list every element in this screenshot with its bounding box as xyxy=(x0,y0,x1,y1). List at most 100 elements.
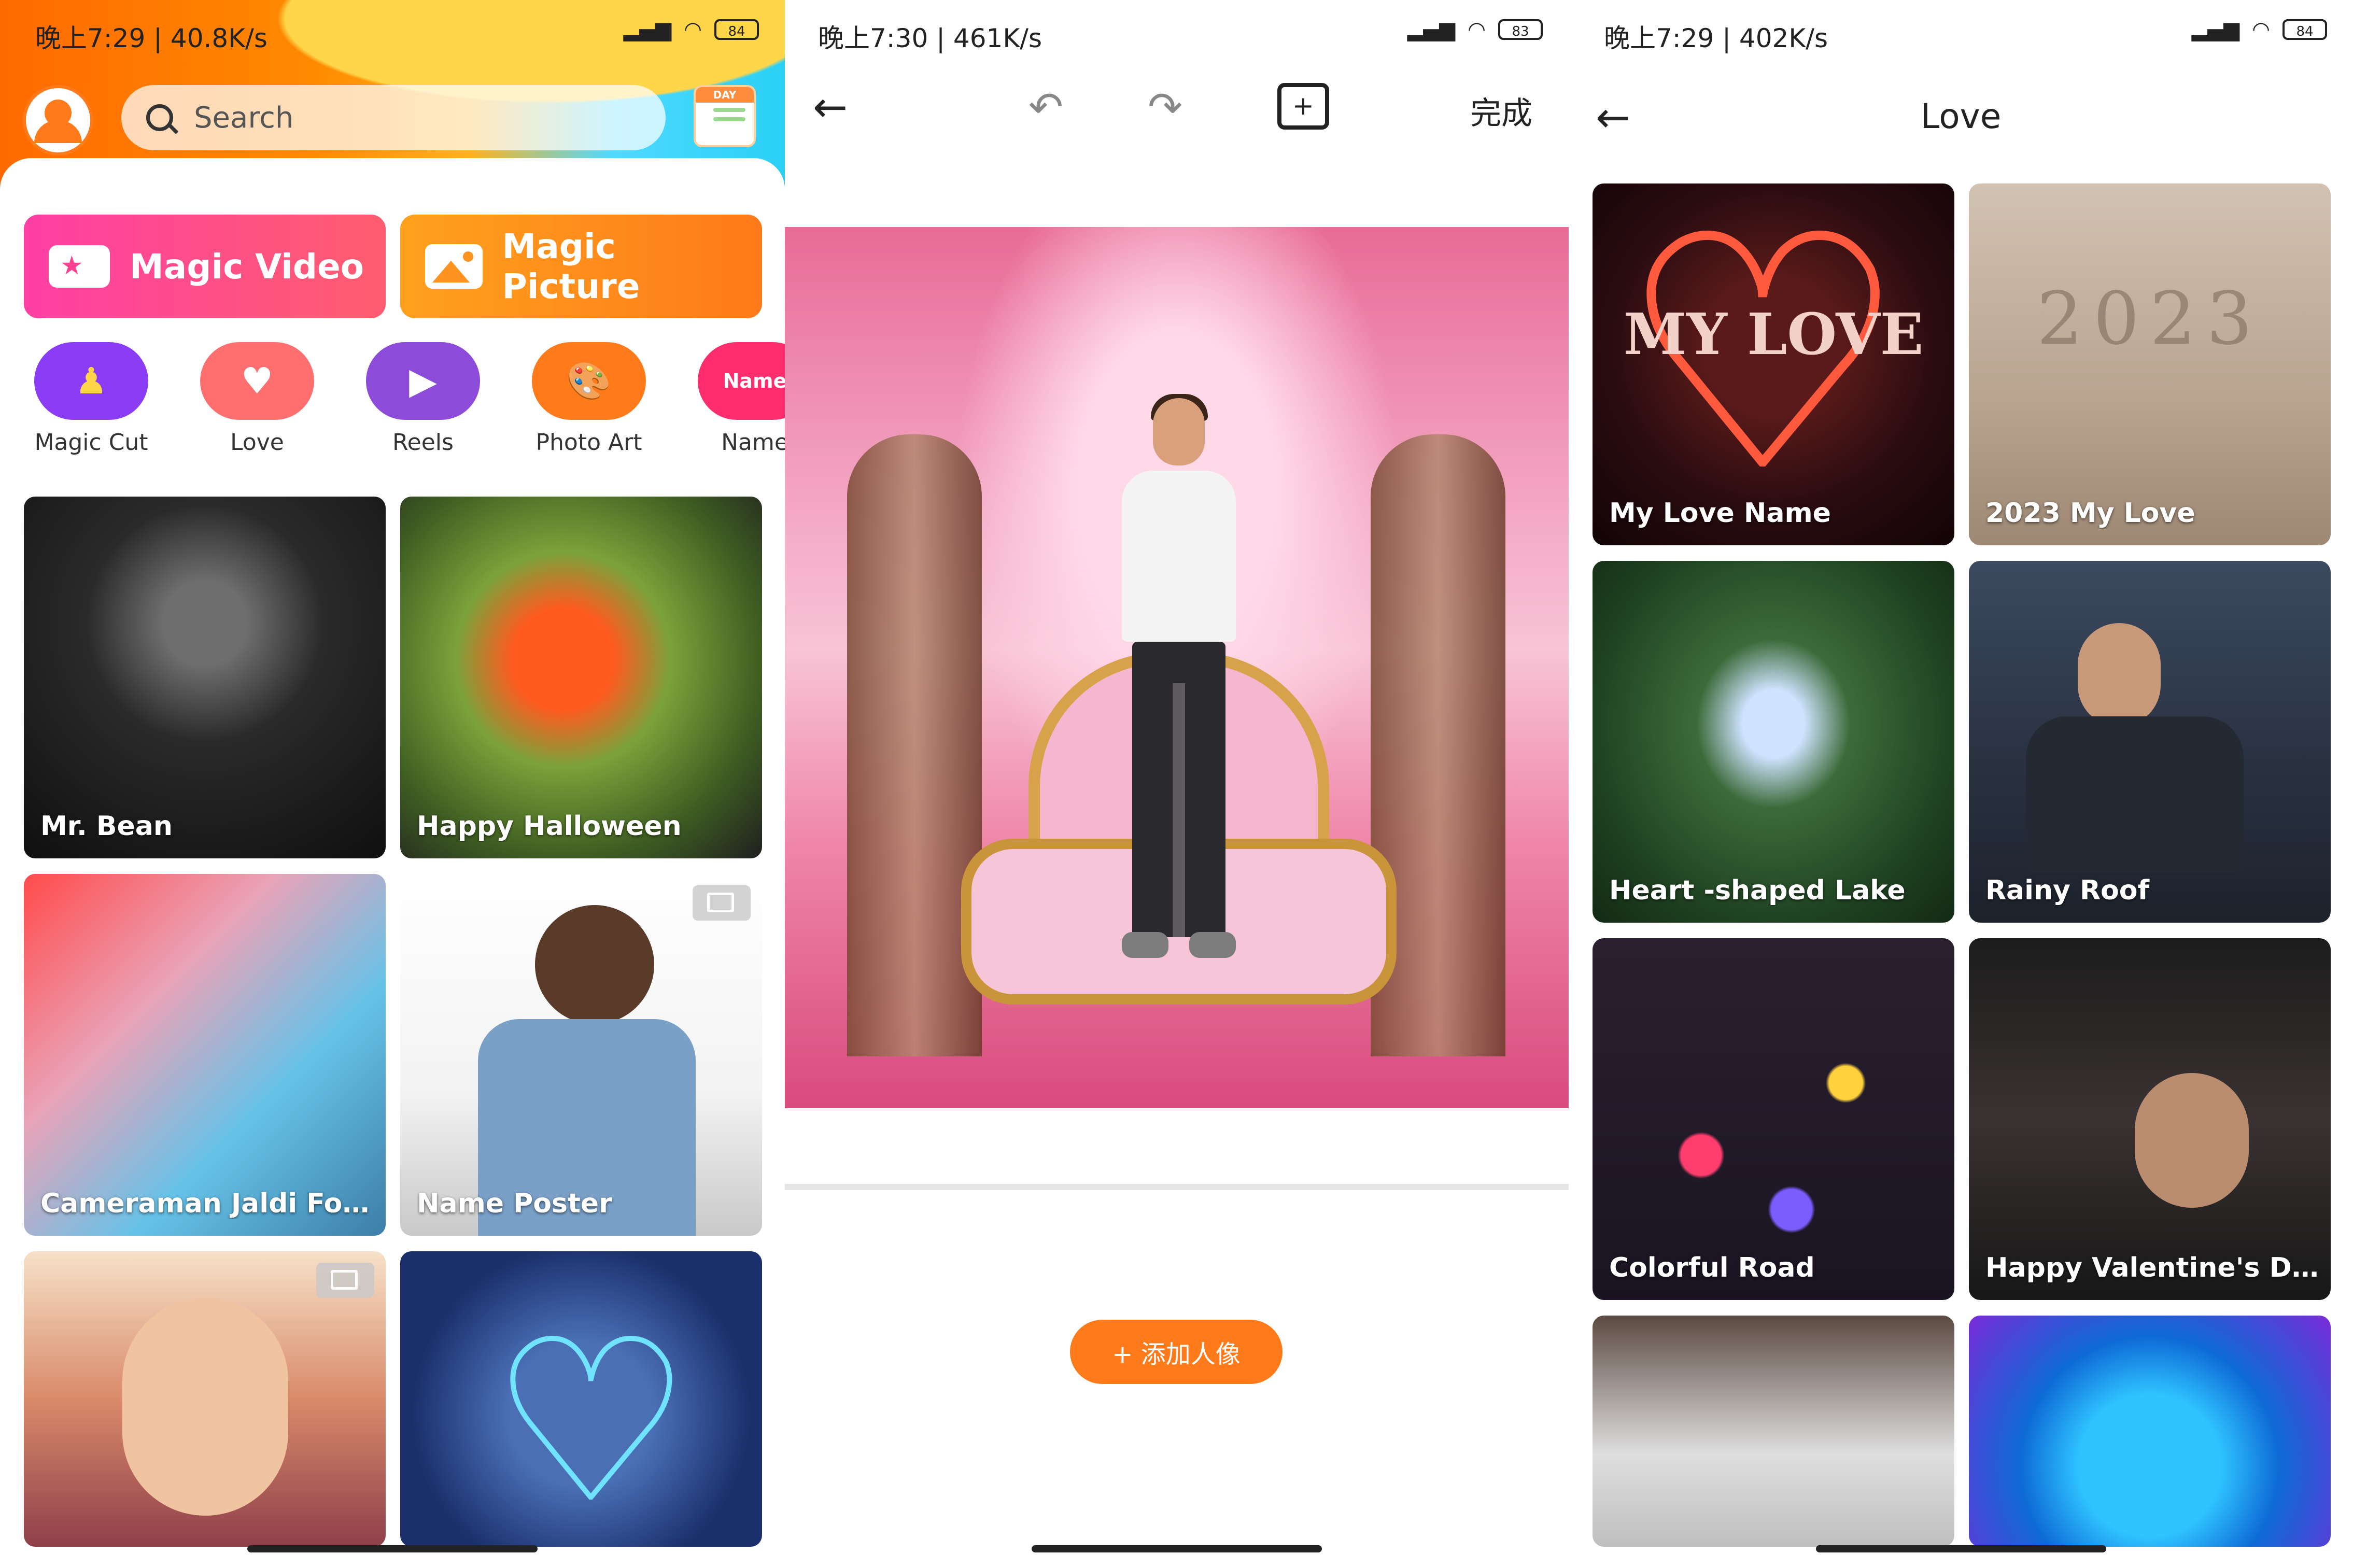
signal-icon: ▂▄▆ xyxy=(2191,18,2240,41)
search-icon xyxy=(146,104,173,131)
tile-portrait-body xyxy=(2026,716,2244,872)
wifi-icon: ◠ xyxy=(684,18,702,41)
done-button[interactable]: 完成 xyxy=(1470,88,1532,133)
calendar-line xyxy=(713,117,745,121)
home-indicator[interactable] xyxy=(247,1545,538,1552)
tile-caption: Colorful Road xyxy=(1609,1252,1815,1283)
tile-portrait xyxy=(2135,1073,2249,1208)
category-magic-cut[interactable]: ♟ Magic Cut xyxy=(24,342,159,456)
undo-icon[interactable]: ↶ xyxy=(1028,83,1063,131)
category-label: Name xyxy=(721,429,785,456)
add-photo-icon[interactable]: + xyxy=(1277,83,1329,130)
calendar-line xyxy=(713,108,745,112)
add-portrait-button[interactable]: + 添加人像 xyxy=(1070,1320,1283,1384)
status-bar: 晚上7:30 | 461K/s ▂▄▆ ◠ 83 xyxy=(785,0,1569,62)
wifi-icon: ◠ xyxy=(1468,18,1486,41)
wifi-icon: ◠ xyxy=(2252,18,2270,41)
timeline-divider xyxy=(785,1184,1569,1190)
tile-caption: Heart -shaped Lake xyxy=(1609,875,1906,906)
profile-avatar[interactable] xyxy=(23,85,93,156)
reels-icon: ▶ xyxy=(366,342,480,420)
battery-icon: 83 xyxy=(1498,19,1543,40)
template-tile-neon-heart[interactable]: ♥ xyxy=(400,1251,762,1547)
tile-overlay-text: MY LOVE xyxy=(1623,301,1924,368)
status-icons: ▂▄▆ ◠ 84 xyxy=(624,18,759,41)
avatar-body xyxy=(34,120,82,143)
heart-icon: ♥ xyxy=(491,1295,692,1547)
heart-icon: ♥ xyxy=(200,342,314,420)
category-label: Photo Art xyxy=(536,429,642,456)
template-tile-happy-valentines-day[interactable]: Happy Valentine's Day xyxy=(1969,938,2331,1300)
tile-caption: Mr. Bean xyxy=(40,811,173,842)
tile-overlay-text: 2023 xyxy=(2036,277,2263,361)
template-tile-my-love-name[interactable]: ♥ MY LOVE My Love Name xyxy=(1593,183,1954,545)
palette-icon: 🎨 xyxy=(532,342,646,420)
back-arrow-icon[interactable]: ← xyxy=(813,83,848,131)
tile-caption: My Love Name xyxy=(1609,498,1831,529)
tile-caption: Happy Valentine's Day xyxy=(1985,1252,2320,1283)
magic-video-button[interactable]: Magic Video xyxy=(24,215,386,318)
template-tile-neon-portrait[interactable] xyxy=(1969,1316,2331,1547)
status-time: 晚上7:29 | 402K/s xyxy=(1604,23,1828,53)
status-icons: ▂▄▆ ◠ 84 xyxy=(2192,18,2327,41)
category-reels[interactable]: ▶ Reels xyxy=(356,342,490,456)
battery-icon: 84 xyxy=(714,19,759,40)
edited-photo-canvas[interactable] xyxy=(785,227,1569,1108)
tile-caption: Happy Halloween xyxy=(417,811,682,842)
template-tile-portrait-art[interactable] xyxy=(24,1251,386,1547)
picture-icon xyxy=(425,244,483,289)
category-label: Love xyxy=(230,429,284,456)
person-head xyxy=(1153,398,1205,465)
template-tile-2023-my-love[interactable]: 2023 2023 My Love xyxy=(1969,183,2331,545)
status-icons: ▂▄▆ ◠ 83 xyxy=(1407,18,1543,41)
template-tile-mr-bean[interactable]: Mr. Bean xyxy=(24,497,386,858)
magic-picture-label: Magic Picture xyxy=(502,227,640,306)
person-cutout[interactable] xyxy=(1117,394,1241,979)
person-shoe xyxy=(1189,932,1236,958)
category-photo-art[interactable]: 🎨 Photo Art xyxy=(522,342,656,456)
home-indicator[interactable] xyxy=(1032,1545,1322,1552)
home-screen: 晚上7:29 | 40.8K/s ▂▄▆ ◠ 84 Search DAY Mag… xyxy=(0,0,785,1568)
person-shirt xyxy=(1122,471,1236,642)
search-bar[interactable]: Search xyxy=(121,85,666,150)
category-name[interactable]: Name Name xyxy=(687,342,785,456)
template-tile-name-poster[interactable]: Name Poster xyxy=(400,874,762,1236)
category-label: Magic Cut xyxy=(34,429,148,456)
tile-caption: 2023 My Love xyxy=(1985,498,2195,529)
magic-video-label: Magic Video xyxy=(130,246,364,287)
signal-icon: ▂▄▆ xyxy=(1407,18,1456,41)
search-placeholder: Search xyxy=(194,101,294,135)
editor-screen: 晚上7:30 | 461K/s ▂▄▆ ◠ 83 ← ↶ ↷ + 完成 + 添加… xyxy=(785,0,1569,1568)
tile-portrait xyxy=(535,905,654,1024)
person-shoe xyxy=(1122,932,1168,958)
template-tile-happy-halloween[interactable]: Happy Halloween xyxy=(400,497,762,858)
status-time: 晚上7:29 | 40.8K/s xyxy=(35,23,267,53)
person-legs xyxy=(1132,642,1225,937)
redo-icon[interactable]: ↷ xyxy=(1148,83,1182,131)
image-type-icon xyxy=(316,1263,374,1298)
image-type-icon xyxy=(693,885,751,921)
template-tile-colorful-road[interactable]: Colorful Road xyxy=(1593,938,1954,1300)
battery-icon: 84 xyxy=(2282,19,2327,40)
template-tile-cameraman[interactable]: Cameraman Jaldi Foc... xyxy=(24,874,386,1236)
calendar-icon[interactable]: DAY xyxy=(694,85,756,147)
template-tile-valentine-group[interactable] xyxy=(1593,1316,1954,1547)
tile-caption: Name Poster xyxy=(417,1188,612,1219)
status-bar: 晚上7:29 | 40.8K/s ▂▄▆ ◠ 84 xyxy=(0,0,785,62)
name-badge-icon: Name xyxy=(698,342,785,420)
video-camera-icon xyxy=(49,245,110,288)
tile-caption: Rainy Roof xyxy=(1985,875,2150,906)
tile-face xyxy=(122,1298,288,1516)
template-tile-rainy-roof[interactable]: Rainy Roof xyxy=(1969,561,2331,923)
home-indicator[interactable] xyxy=(1815,1545,2106,1552)
status-time: 晚上7:30 | 461K/s xyxy=(818,23,1042,53)
category-love[interactable]: ♥ Love xyxy=(190,342,325,456)
category-label: Reels xyxy=(392,429,454,456)
template-tile-heart-shaped-lake[interactable]: Heart -shaped Lake xyxy=(1593,561,1954,923)
calendar-label: DAY xyxy=(696,87,754,103)
tile-caption: Cameraman Jaldi Foc... xyxy=(40,1188,375,1219)
status-bar: 晚上7:29 | 402K/s ▂▄▆ ◠ 84 xyxy=(1569,0,2353,62)
magic-cut-icon: ♟ xyxy=(34,342,148,420)
editor-toolbar: ← ↶ ↷ + 完成 xyxy=(785,78,1569,140)
magic-picture-button[interactable]: Magic Picture xyxy=(400,215,762,318)
